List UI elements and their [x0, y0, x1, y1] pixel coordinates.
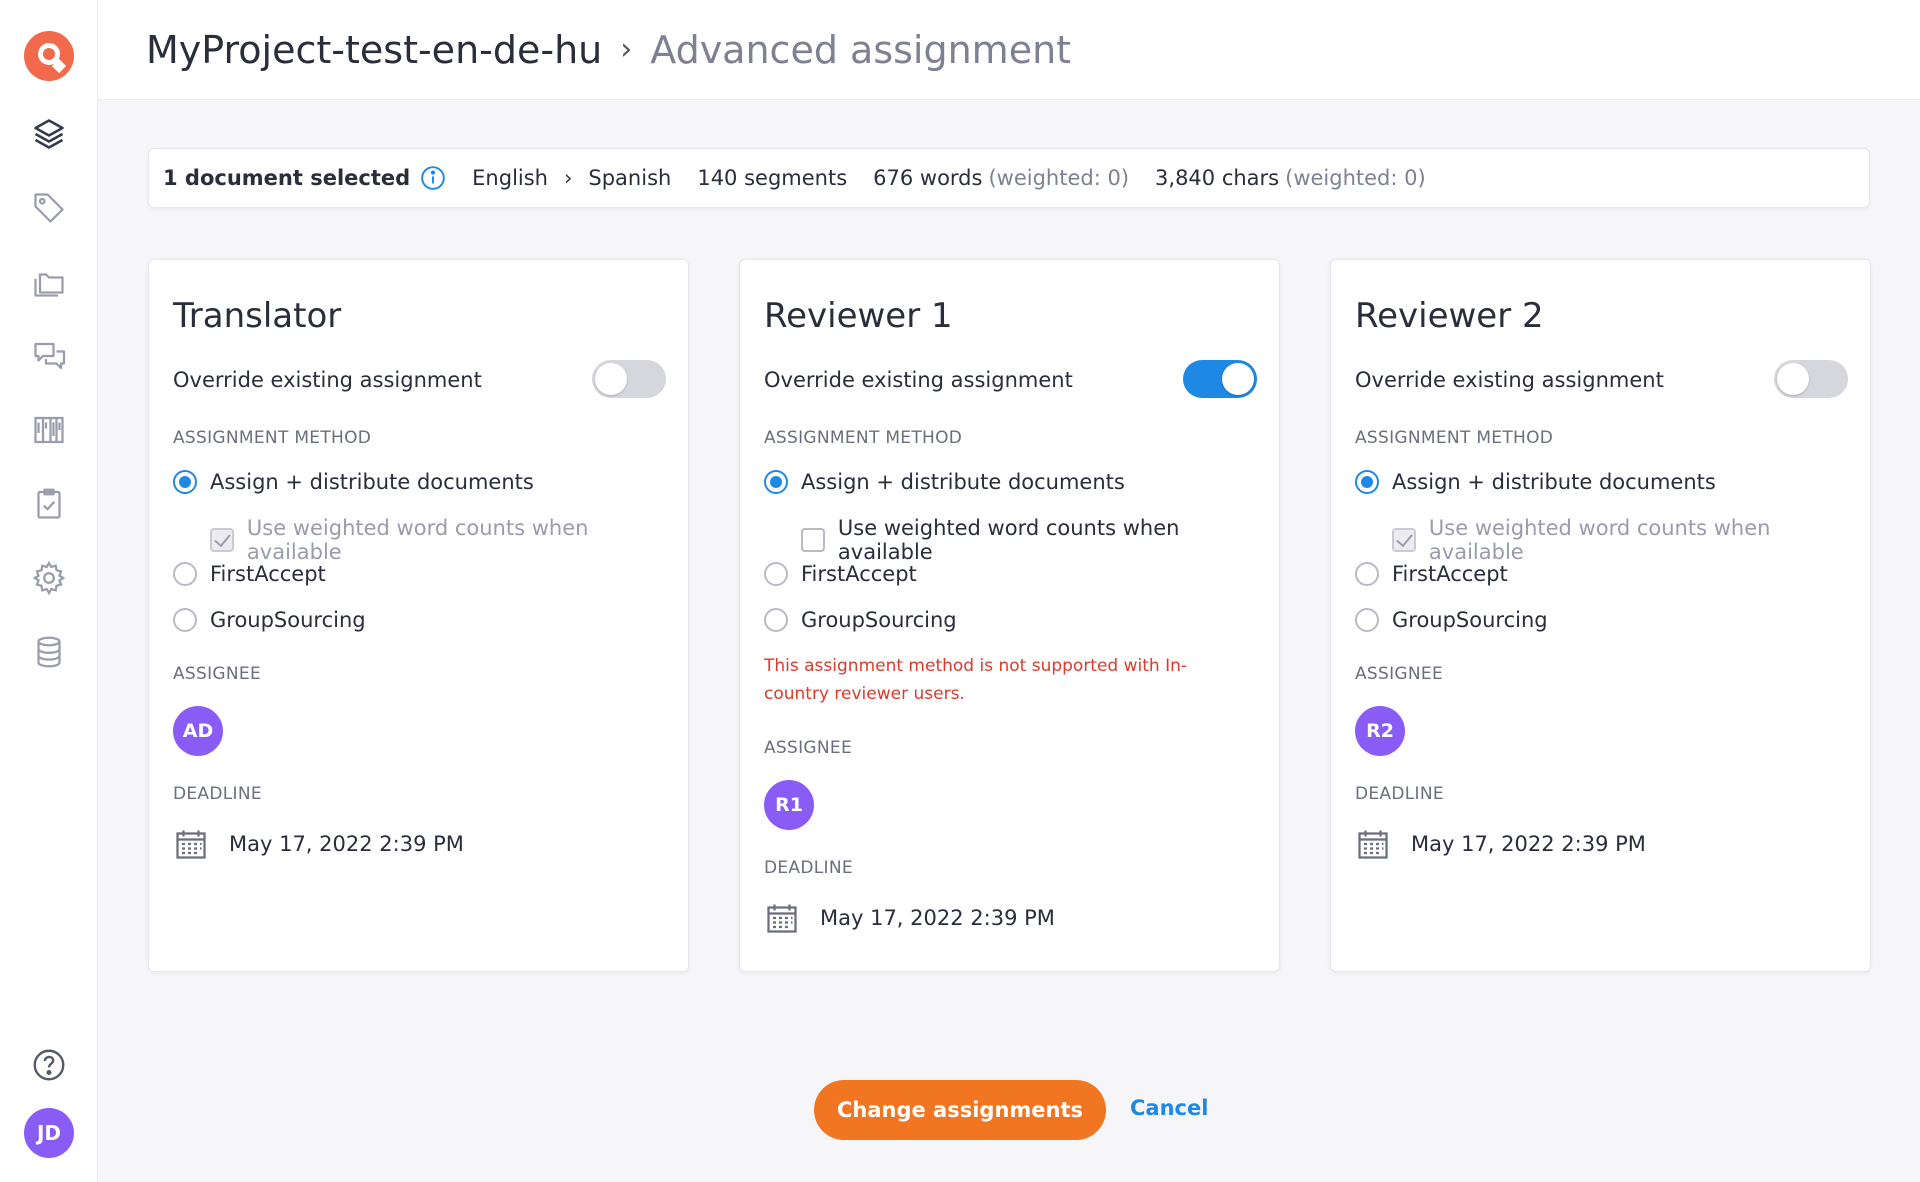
- radio-assign-distribute[interactable]: Assign + distribute documents: [1355, 470, 1716, 494]
- checkbox-label: Use weighted word counts when available: [837, 516, 1180, 564]
- radio-label: FirstAccept: [1392, 562, 1508, 586]
- checkbox-weighted: Use weighted word counts when available: [210, 516, 688, 564]
- radio-label: Assign + distribute documents: [801, 470, 1125, 494]
- chevron-right-icon: ›: [563, 166, 573, 190]
- checkbox[interactable]: [801, 528, 825, 552]
- assignee-label: ASSIGNEE: [764, 738, 852, 758]
- override-label: Override existing assignment: [173, 368, 482, 392]
- breadcrumb-project[interactable]: MyProject-test-en-de-hu: [146, 28, 602, 72]
- change-assignments-button[interactable]: Change assignments: [814, 1080, 1106, 1140]
- radio-label: Assign + distribute documents: [210, 470, 534, 494]
- error-message: This assignment method is not supported …: [764, 656, 1188, 704]
- cancel-button[interactable]: Cancel: [1130, 1096, 1208, 1120]
- checkbox-label: Use weighted word counts when available: [1428, 516, 1771, 564]
- gear-icon[interactable]: [29, 558, 69, 598]
- radio-label: GroupSourcing: [1392, 608, 1548, 632]
- deadline-value: May 17, 2022 2:39 PM: [1411, 832, 1646, 856]
- deadline-label: DEADLINE: [173, 784, 262, 804]
- radio-button[interactable]: [1355, 562, 1379, 586]
- calendar-icon: [1358, 830, 1388, 859]
- tag-icon[interactable]: [29, 188, 69, 228]
- radio-button[interactable]: [1355, 608, 1379, 632]
- radio-button[interactable]: [173, 608, 197, 632]
- radio-button[interactable]: [764, 470, 788, 494]
- override-toggle[interactable]: [592, 360, 666, 398]
- clipboard-check-icon[interactable]: [29, 484, 69, 524]
- source-language: English: [472, 166, 548, 190]
- radio-button[interactable]: [1355, 470, 1379, 494]
- deadline-label: DEADLINE: [764, 858, 853, 878]
- override-toggle[interactable]: [1183, 360, 1257, 398]
- card-title: Translator: [173, 296, 342, 336]
- radio-label: FirstAccept: [801, 562, 917, 586]
- radio-button[interactable]: [173, 470, 197, 494]
- segment-count: 140 segments: [697, 166, 848, 190]
- deadline-value: May 17, 2022 2:39 PM: [820, 906, 1055, 930]
- checkbox: [210, 528, 234, 552]
- info-icon[interactable]: [420, 165, 446, 191]
- card-title: Reviewer 1: [764, 296, 953, 336]
- checkbox-weighted: Use weighted word counts when available: [1392, 516, 1870, 564]
- deadline-value: May 17, 2022 2:39 PM: [229, 832, 464, 856]
- chat-icon[interactable]: [29, 336, 69, 376]
- calendar-icon: [176, 830, 206, 859]
- override-label: Override existing assignment: [764, 368, 1073, 392]
- radio-label: FirstAccept: [210, 562, 326, 586]
- radio-first-accept[interactable]: FirstAccept: [764, 562, 917, 586]
- radio-button[interactable]: [764, 562, 788, 586]
- radio-label: GroupSourcing: [801, 608, 957, 632]
- chevron-right-icon: ›: [620, 32, 633, 67]
- deadline-label: DEADLINE: [1355, 784, 1444, 804]
- override-label: Override existing assignment: [1355, 368, 1664, 392]
- checkbox-label: Use weighted word counts when available: [246, 516, 589, 564]
- radio-group-sourcing[interactable]: GroupSourcing: [764, 608, 957, 632]
- assignee-label: ASSIGNEE: [173, 664, 261, 684]
- assignee-avatar[interactable]: R2: [1355, 706, 1405, 756]
- assignment-method-label: ASSIGNMENT METHOD: [1355, 428, 1554, 448]
- folders-icon[interactable]: [29, 262, 69, 302]
- radio-first-accept[interactable]: FirstAccept: [1355, 562, 1508, 586]
- assignment-method-label: ASSIGNMENT METHOD: [173, 428, 372, 448]
- page-header: MyProject-test-en-de-hu › Advanced assig…: [98, 0, 1920, 100]
- help-icon[interactable]: [29, 1045, 69, 1085]
- translator-card: Translator Override existing assignment …: [148, 259, 689, 972]
- radio-group-sourcing[interactable]: GroupSourcing: [173, 608, 366, 632]
- user-avatar[interactable]: JD: [24, 1108, 74, 1158]
- card-title: Reviewer 2: [1355, 296, 1544, 336]
- assignee-avatar[interactable]: R1: [764, 780, 814, 830]
- radio-button[interactable]: [764, 608, 788, 632]
- checkbox-weighted[interactable]: Use weighted word counts when available: [801, 516, 1279, 564]
- radio-assign-distribute[interactable]: Assign + distribute documents: [764, 470, 1125, 494]
- page-title: Advanced assignment: [650, 27, 1072, 72]
- database-icon[interactable]: [29, 632, 69, 672]
- word-count: 676 words: [873, 166, 983, 190]
- radio-assign-distribute[interactable]: Assign + distribute documents: [173, 470, 534, 494]
- reviewer-2-card: Reviewer 2 Override existing assignment …: [1330, 259, 1871, 972]
- word-count-weighted: (weighted: 0): [988, 166, 1130, 190]
- radio-label: GroupSourcing: [210, 608, 366, 632]
- deadline-picker[interactable]: May 17, 2022 2:39 PM: [1355, 826, 1646, 862]
- radio-label: Assign + distribute documents: [1392, 470, 1716, 494]
- selection-summary: 1 document selected English › Spanish 14…: [148, 148, 1870, 208]
- radio-button[interactable]: [173, 562, 197, 586]
- target-language: Spanish: [588, 166, 672, 190]
- assignment-method-label: ASSIGNMENT METHOD: [764, 428, 963, 448]
- layers-icon[interactable]: [29, 114, 69, 154]
- columns-icon[interactable]: [29, 410, 69, 450]
- assignee-label: ASSIGNEE: [1355, 664, 1443, 684]
- assignee-avatar[interactable]: AD: [173, 706, 223, 756]
- deadline-picker[interactable]: May 17, 2022 2:39 PM: [173, 826, 464, 862]
- sidebar: JD: [0, 0, 98, 1182]
- radio-first-accept[interactable]: FirstAccept: [173, 562, 326, 586]
- documents-selected: 1 document selected: [163, 166, 411, 190]
- calendar-icon: [767, 904, 797, 933]
- radio-group-sourcing[interactable]: GroupSourcing: [1355, 608, 1548, 632]
- reviewer-1-card: Reviewer 1 Override existing assignment …: [739, 259, 1280, 972]
- override-toggle[interactable]: [1774, 360, 1848, 398]
- checkbox: [1392, 528, 1416, 552]
- char-count: 3,840 chars: [1155, 166, 1280, 190]
- deadline-picker[interactable]: May 17, 2022 2:39 PM: [764, 900, 1055, 936]
- char-count-weighted: (weighted: 0): [1285, 166, 1426, 190]
- app-logo[interactable]: [24, 31, 74, 81]
